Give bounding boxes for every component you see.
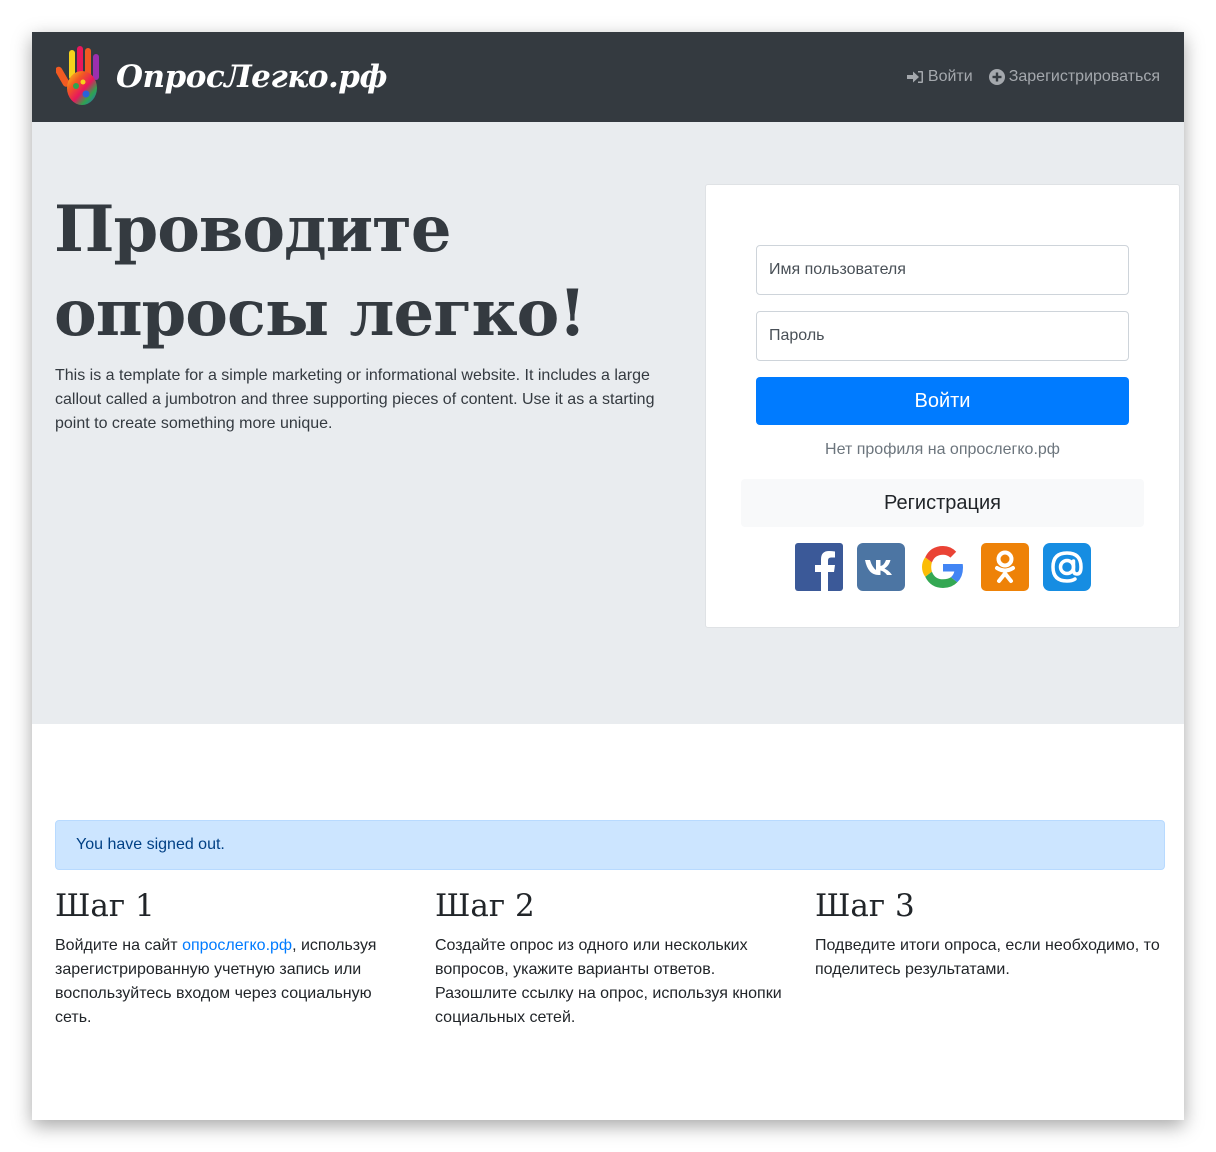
google-icon: [922, 546, 963, 588]
mailru-login-button[interactable]: [1043, 543, 1091, 591]
step-1-text: Войдите на сайт опрослегко.рф, используя…: [55, 934, 405, 1030]
vk-icon: [865, 560, 892, 575]
step-1: Шаг 1 Войдите на сайт опрослегко.рф, исп…: [55, 884, 405, 1030]
jumbotron: Проводите опросы легко! This is a templa…: [32, 122, 1184, 724]
step-2: Шаг 2 Создайте опрос из одного или неско…: [435, 884, 785, 1030]
navbar: ОпросЛегко.рф Войти Зарегистрироваться: [32, 32, 1184, 122]
plus-circle-icon: [988, 69, 1005, 85]
hero-title: Проводите опросы легко!: [54, 188, 654, 356]
facebook-icon: [815, 551, 835, 591]
step-3-title: Шаг 3: [815, 888, 915, 924]
vk-login-button[interactable]: [857, 543, 905, 591]
register-button[interactable]: Регистрация: [741, 479, 1144, 527]
nav-login-link[interactable]: Войти: [906, 68, 973, 86]
step-1-text-before: Войдите на сайт: [55, 937, 183, 954]
step-1-title: Шаг 1: [55, 888, 155, 924]
hero-description: This is a template for a simple marketin…: [55, 367, 655, 432]
password-input[interactable]: [756, 311, 1129, 361]
hero-title-line-1: Проводите: [54, 192, 452, 267]
sign-in-icon: [906, 71, 923, 83]
nav-login-label: Войти: [927, 68, 973, 85]
google-login-button[interactable]: [919, 543, 967, 591]
hand-logo-icon: [56, 46, 99, 105]
nav-register-link[interactable]: Зарегистрироваться: [988, 68, 1160, 86]
browser-window: ОпросЛегко.рф Войти Зарегистрироваться П…: [32, 32, 1184, 1120]
facebook-login-button[interactable]: [795, 543, 843, 591]
username-input[interactable]: [756, 245, 1129, 295]
step-2-text: Создайте опрос из одного или нескольких …: [435, 937, 782, 1026]
step-3: Шаг 3 Подведите итоги опроса, если необх…: [815, 884, 1165, 982]
brand[interactable]: ОпросЛегко.рф: [56, 44, 387, 110]
step-3-text: Подведите итоги опроса, если необходимо,…: [815, 937, 1160, 978]
at-icon: [1051, 551, 1083, 583]
nav-links: Войти Зарегистрироваться: [906, 68, 1160, 86]
login-card: Войти Нет профиля на опрослегко.рф Регис…: [705, 184, 1180, 628]
odnoklassniki-login-button[interactable]: [981, 543, 1029, 591]
nav-register-label: Зарегистрироваться: [1008, 68, 1160, 85]
site-link[interactable]: опрослегко.рф: [182, 937, 292, 954]
step-2-title: Шаг 2: [435, 888, 535, 924]
login-submit-button[interactable]: Войти: [756, 377, 1129, 425]
hero-title-line-2: опросы легко!: [54, 276, 586, 351]
ok-icon: [995, 550, 1015, 583]
no-profile-text: Нет профиля на опрослегко.рф: [825, 441, 1060, 458]
signed-out-alert: You have signed out.: [55, 820, 1165, 870]
brand-name: ОпросЛегко.рф: [116, 59, 387, 95]
social-login-buttons: [795, 543, 1091, 591]
